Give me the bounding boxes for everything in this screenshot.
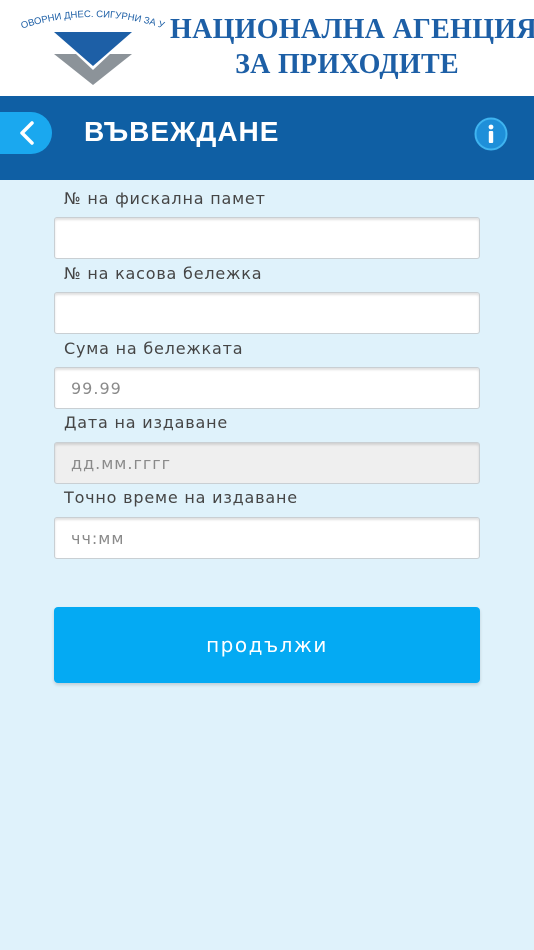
chevron-left-icon xyxy=(20,121,34,145)
screen-title: ВЪВЕЖДАНЕ xyxy=(84,116,280,147)
issue-time-label: Точно време на издаване xyxy=(64,488,298,507)
nap-logo: ОТГОВОРНИ ДНЕС. СИГУРНИ ЗА УТРЕ xyxy=(18,8,167,85)
fiscal-memory-input[interactable] xyxy=(54,217,480,259)
issue-time-input[interactable] xyxy=(54,517,480,559)
app-header: ОТГОВОРНИ ДНЕС. СИГУРНИ ЗА УТРЕ НАЦИОНАЛ… xyxy=(0,0,534,96)
continue-button[interactable]: продължи xyxy=(54,607,480,683)
receipt-number-input[interactable] xyxy=(54,292,480,334)
agency-name-line2: ЗА ПРИХОДИТЕ xyxy=(235,49,459,80)
agency-name: НАЦИОНАЛНА АГЕНЦИЯ ЗА ПРИХОДИТЕ xyxy=(170,12,534,82)
receipt-amount-label: Сума на бележката xyxy=(64,339,244,358)
svg-text:ОТГОВОРНИ ДНЕС. СИГУРНИ ЗА УТР: ОТГОВОРНИ ДНЕС. СИГУРНИ ЗА УТРЕ xyxy=(18,8,167,32)
issue-date-input[interactable] xyxy=(54,442,480,484)
fiscal-memory-label: № на фискална памет xyxy=(64,189,266,208)
receipt-number-label: № на касова бележка xyxy=(64,264,263,283)
back-button[interactable] xyxy=(0,112,52,154)
agency-name-line1: НАЦИОНАЛНА АГЕНЦИЯ xyxy=(170,14,534,45)
title-bar: ВЪВЕЖДАНЕ xyxy=(0,96,534,180)
receipt-amount-input[interactable] xyxy=(54,367,480,409)
issue-date-label: Дата на издаване xyxy=(64,413,228,432)
info-icon[interactable] xyxy=(474,117,508,151)
